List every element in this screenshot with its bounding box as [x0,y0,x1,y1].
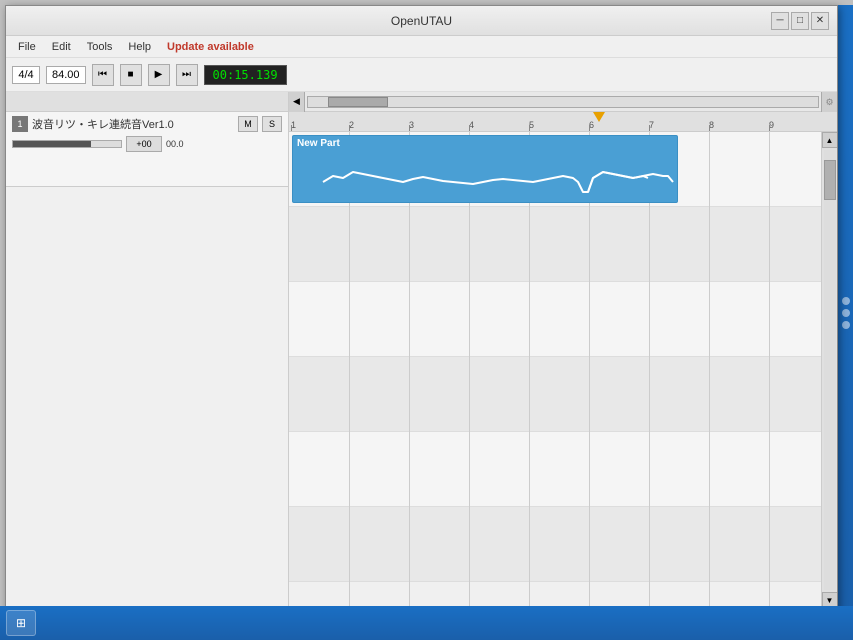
menu-edit[interactable]: Edit [44,39,79,55]
track-list: 1 波音リツ・キレ連続音Ver1.0 M S +00 00.0 [6,92,289,624]
grid-col-3 [409,132,410,608]
part-waveform [293,154,678,194]
menu-bar: File Edit Tools Help Update available [6,36,837,58]
solo-button[interactable]: S [262,116,282,132]
track-row: 1 波音リツ・キレ連続音Ver1.0 M S +00 00.0 [6,112,288,187]
window-title: OpenUTAU [72,14,771,28]
scroll-track[interactable] [824,150,836,590]
transport-bar: 4/4 84.00 ⏮ ■ ▶ ⏭ 00:15.139 [6,58,837,92]
play-button[interactable]: ▶ [148,64,170,86]
timeline-ruler: 1 2 3 4 5 6 7 8 9 [289,112,837,132]
grid-row-5 [289,432,821,507]
taskbar: ⊞ [0,606,853,640]
menu-file[interactable]: File [10,39,44,55]
start-button[interactable]: ⊞ [6,610,36,636]
vertical-scrollbar: ▲ ▼ [821,132,837,608]
volume-value: 00.0 [166,139,184,149]
ruler-tick-9: 9 [769,120,774,131]
grid-row-4 [289,357,821,432]
tempo-display[interactable]: 84.00 [46,66,86,84]
menu-tools[interactable]: Tools [79,39,121,55]
rewind-button[interactable]: ⏮ [92,64,114,86]
time-signature[interactable]: 4/4 [12,66,40,84]
ruler-tick-4: 4 [469,120,474,131]
grid-col-8 [709,132,710,608]
ruler-tick-8: 8 [709,120,714,131]
mute-button[interactable]: M [238,116,258,132]
minimize-button[interactable]: ─ [771,12,789,30]
ruler-tick-7: 7 [649,120,654,131]
maximize-button[interactable]: □ [791,12,809,30]
grid-col-9 [769,132,770,608]
ruler-tick-5: 5 [529,120,534,131]
track-list-header [6,92,288,112]
menu-help[interactable]: Help [120,39,159,55]
track-number: 1 [12,116,28,132]
playhead-triangle [593,112,605,122]
ruler-tick-1: 1 [291,120,296,131]
track-name: 波音リツ・キレ連続音Ver1.0 [32,116,234,132]
main-area: 1 波音リツ・キレ連続音Ver1.0 M S +00 00.0 [6,92,837,624]
scrollbar-thumb[interactable] [328,97,388,107]
track-list-empty [6,187,288,624]
grid-col-7 [649,132,650,608]
track-volume-row: +00 00.0 [12,136,282,152]
close-button[interactable]: ✕ [811,12,829,30]
grid-col-6 [589,132,590,608]
window-controls: ─ □ ✕ [771,12,829,30]
time-display: 00:15.139 [204,65,287,85]
ruler-tick-6: 6 [589,120,594,131]
sidebar-dot [842,321,850,329]
sequencer-area: ◀ ▶ ⚙ 1 2 3 4 5 6 7 8 9 [289,92,837,624]
stop-button[interactable]: ■ [120,64,142,86]
grid-col-4 [469,132,470,608]
forward-button[interactable]: ⏭ [176,64,198,86]
grid-col-5 [529,132,530,608]
scroll-left-button[interactable]: ◀ [289,92,305,112]
scroll-up-button[interactable]: ▲ [822,132,838,148]
grid-col-2 [349,132,350,608]
grid-row-3 [289,282,821,357]
horizontal-scrollbar[interactable] [307,96,819,108]
menu-update[interactable]: Update available [159,39,262,55]
seq-content-wrapper: New Part ▲ [289,132,837,608]
seq-content[interactable]: New Part [289,132,821,608]
title-bar: OpenUTAU ─ □ ✕ [6,6,837,36]
ruler-tick-3: 3 [409,120,414,131]
right-sidebar [838,5,853,620]
part-label: New Part [293,136,677,151]
volume-slider-fill [13,141,91,147]
grid-row-6 [289,507,821,582]
ruler-tick-2: 2 [349,120,354,131]
volume-slider[interactable] [12,140,122,148]
app-window: OpenUTAU ─ □ ✕ File Edit Tools Help Upda… [5,5,838,625]
grid-row-2 [289,207,821,282]
playhead-marker[interactable]: ⚙ [821,92,837,112]
sidebar-dot [842,309,850,317]
scroll-thumb[interactable] [824,160,836,200]
horizontal-scrollbar-bar: ◀ ▶ ⚙ [289,92,837,112]
part-block[interactable]: New Part [292,135,678,203]
track-name-row: 1 波音リツ・キレ連続音Ver1.0 M S [12,116,282,132]
sidebar-dot [842,297,850,305]
pan-control[interactable]: +00 [126,136,162,152]
